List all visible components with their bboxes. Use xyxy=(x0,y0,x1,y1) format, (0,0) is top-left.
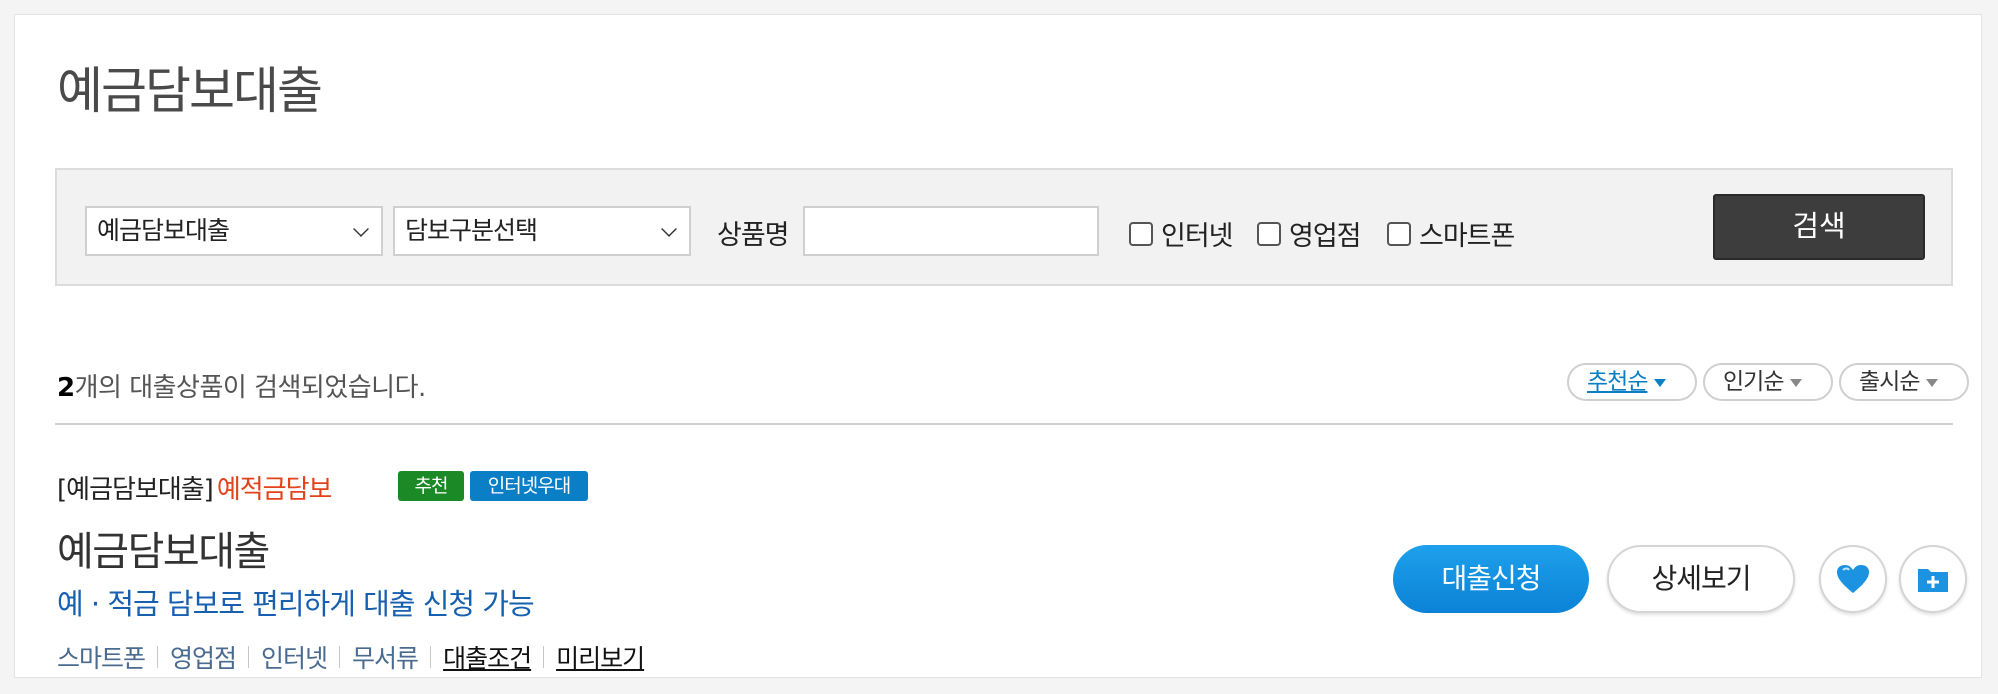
internet-checkbox[interactable]: 인터넷 xyxy=(1129,214,1234,253)
smartphone-checkbox[interactable]: 스마트폰 xyxy=(1387,214,1515,253)
internet-preferred-badge: 인터넷우대 xyxy=(470,471,588,501)
separator xyxy=(543,646,545,668)
result-count-number: 2 xyxy=(57,373,75,403)
product-name[interactable]: 예금담보대출 xyxy=(57,519,270,577)
sort-release[interactable]: 출시순 xyxy=(1839,363,1969,401)
result-count: 2개의 대출상품이 검색되었습니다. xyxy=(57,367,426,404)
separator xyxy=(430,646,432,668)
internet-checkbox-label: 인터넷 xyxy=(1161,221,1234,252)
channel-internet: 인터넷 xyxy=(261,644,328,673)
branch-checkbox-label: 영업점 xyxy=(1289,221,1362,252)
recommend-badge: 추천 xyxy=(398,471,464,501)
loan-terms-link[interactable]: 대출조건 xyxy=(443,639,532,675)
channel-smartphone: 스마트폰 xyxy=(57,644,146,673)
preview-link[interactable]: 미리보기 xyxy=(556,639,645,675)
chevron-down-icon xyxy=(353,221,369,237)
search-button[interactable]: 검색 xyxy=(1713,194,1925,260)
collateral-type-select-value: 담보구분선택 xyxy=(405,216,538,245)
sort-recommended[interactable]: 추천순 xyxy=(1567,363,1697,401)
add-to-folder-button[interactable] xyxy=(1899,545,1967,613)
checkbox-box[interactable] xyxy=(1257,221,1281,246)
search-box: 예금담보대출 담보구분선택 상품명 인터넷 영업점 스마트폰 검색 xyxy=(55,168,1953,286)
sort-release-label: 출시순 xyxy=(1859,369,1920,395)
page-title: 예금담보대출 xyxy=(57,62,323,120)
product-description: 예 · 적금 담보로 편리하게 대출 신청 가능 xyxy=(57,587,535,621)
product-category: [예금담보대출] 예적금담보 xyxy=(57,469,333,506)
checkbox-box[interactable] xyxy=(1129,221,1153,246)
product-channels: 스마트폰 영업점 인터넷 무서류 대출조건 미리보기 xyxy=(57,639,645,675)
triangle-down-icon xyxy=(1654,378,1667,387)
result-count-text: 개의 대출상품이 검색되었습니다. xyxy=(74,373,427,403)
sort-popular-label: 인기순 xyxy=(1723,369,1784,395)
view-detail-button[interactable]: 상세보기 xyxy=(1607,545,1795,613)
product-category-main: [예금담보대출] xyxy=(57,475,214,505)
divider xyxy=(55,423,1953,425)
separator xyxy=(339,646,341,668)
channel-branch: 영업점 xyxy=(170,644,237,673)
separator xyxy=(157,646,159,668)
collateral-type-select[interactable]: 담보구분선택 xyxy=(393,206,691,256)
folder-add-icon xyxy=(1918,569,1948,592)
product-list-panel: 예금담보대출 예금담보대출 담보구분선택 상품명 인터넷 영업점 스마트폰 검색… xyxy=(14,14,1982,678)
product-name-label: 상품명 xyxy=(717,220,790,251)
product-subcategory: 예적금담보 xyxy=(216,475,333,505)
smartphone-checkbox-label: 스마트폰 xyxy=(1419,221,1515,252)
channel-paperless: 무서류 xyxy=(352,644,419,673)
separator xyxy=(248,646,250,668)
heart-icon xyxy=(1837,565,1869,593)
checkbox-box[interactable] xyxy=(1387,221,1411,246)
apply-loan-button[interactable]: 대출신청 xyxy=(1393,545,1589,613)
sort-popular[interactable]: 인기순 xyxy=(1703,363,1833,401)
favorite-button[interactable] xyxy=(1819,545,1887,613)
triangle-down-icon xyxy=(1790,378,1803,387)
loan-type-select-value: 예금담보대출 xyxy=(97,216,230,245)
branch-checkbox[interactable]: 영업점 xyxy=(1257,214,1362,253)
chevron-down-icon xyxy=(661,221,677,237)
loan-type-select[interactable]: 예금담보대출 xyxy=(85,206,383,256)
sort-recommended-label: 추천순 xyxy=(1587,369,1648,395)
triangle-down-icon xyxy=(1926,378,1939,387)
product-name-input[interactable] xyxy=(803,206,1099,256)
